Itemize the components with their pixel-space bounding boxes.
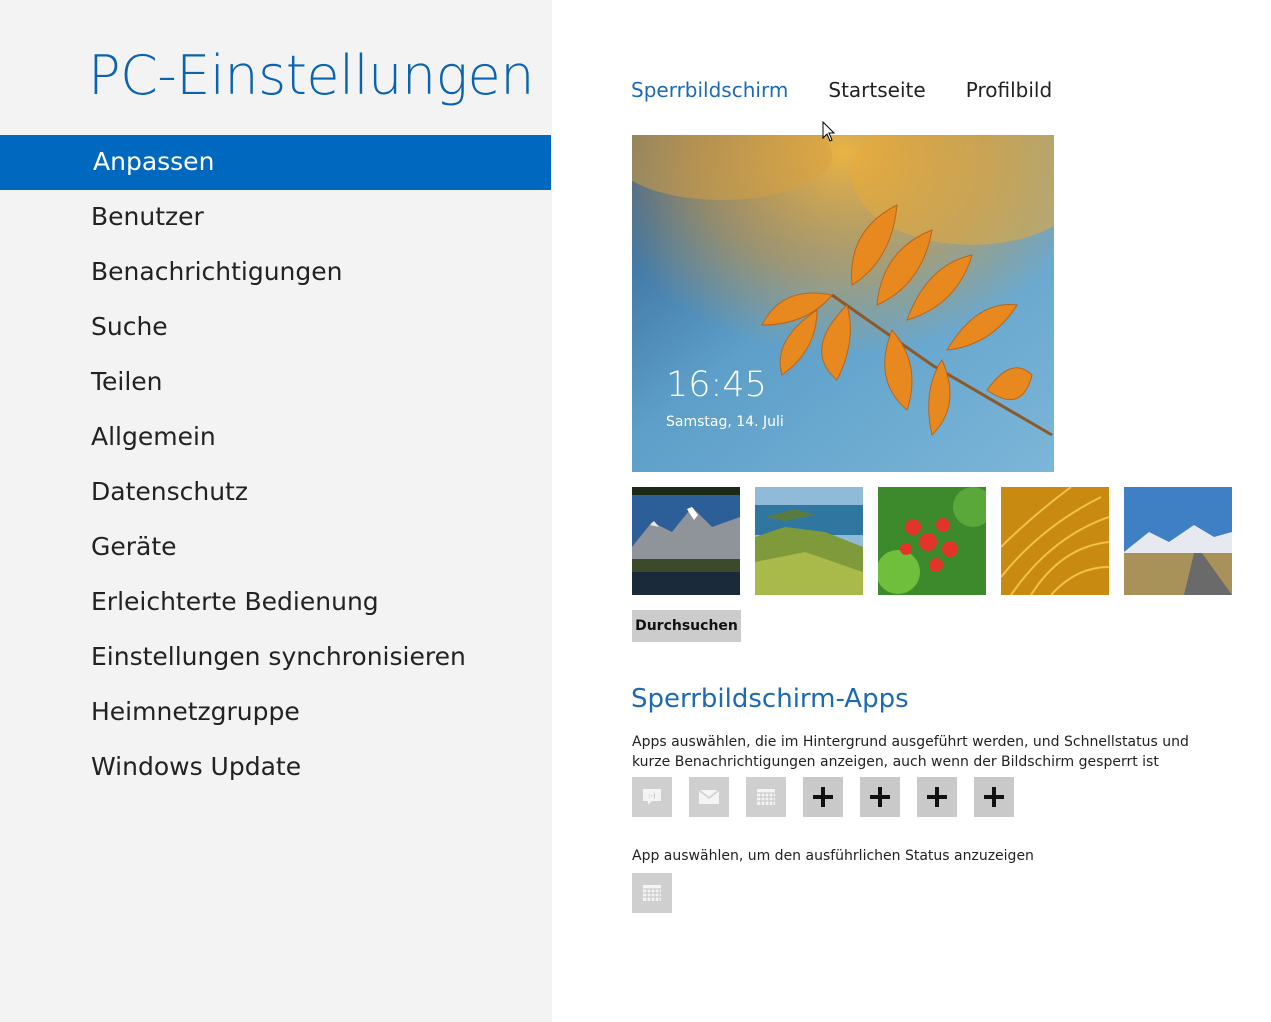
- category-list: Anpassen Benutzer Benachrichtigungen Suc…: [0, 135, 551, 795]
- sidebar-item-benachrichtigungen[interactable]: Benachrichtigungen: [0, 245, 551, 300]
- lock-screen-preview: 16:45 Samstag, 14. Juli: [632, 135, 1054, 472]
- plus-icon: [813, 787, 833, 807]
- background-thumbnail-green-coast[interactable]: [755, 487, 863, 595]
- plus-icon: [927, 787, 947, 807]
- lock-screen-apps-description: Apps auswählen, die im Hintergrund ausge…: [632, 734, 1189, 770]
- sidebar-item-suche[interactable]: Suche: [0, 300, 551, 355]
- lock-screen-date: Samstag, 14. Juli: [666, 414, 784, 430]
- app-slot-calendar[interactable]: [746, 777, 786, 817]
- background-thumbnail-mountain-road[interactable]: [1124, 487, 1232, 595]
- app-slot-messaging[interactable]: :-): [632, 777, 672, 817]
- sidebar-item-teilen[interactable]: Teilen: [0, 355, 551, 410]
- app-slot-add-3[interactable]: [917, 777, 957, 817]
- mouse-cursor-icon: [822, 121, 836, 142]
- mountain-lake-image: [632, 487, 740, 595]
- sidebar-item-datenschutz[interactable]: Datenschutz: [0, 465, 551, 520]
- app-slot-add-4[interactable]: [974, 777, 1014, 817]
- messaging-icon: :-): [643, 789, 661, 805]
- lock-screen-apps-heading: Sperrbildschirm-Apps: [631, 684, 909, 714]
- settings-sidebar: PC-Einstellungen Anpassen Benutzer Benac…: [0, 0, 552, 1022]
- sidebar-item-benutzer[interactable]: Benutzer: [0, 190, 551, 245]
- background-thumbnail-mountain-lake[interactable]: [632, 487, 740, 595]
- background-thumbnail-golden-grass[interactable]: [1001, 487, 1109, 595]
- sidebar-item-allgemein[interactable]: Allgemein: [0, 410, 551, 465]
- sidebar-item-einstellungen-synchronisieren[interactable]: Einstellungen synchronisieren: [0, 630, 551, 685]
- sidebar-item-windows-update[interactable]: Windows Update: [0, 740, 551, 795]
- golden-grass-image: [1001, 487, 1109, 595]
- lock-screen-time: 16:45: [666, 365, 767, 405]
- tab-sperrbildschirm[interactable]: Sperrbildschirm: [631, 78, 788, 102]
- calendar-icon: [757, 789, 775, 805]
- plus-icon: [984, 787, 1004, 807]
- plus-icon: [870, 787, 890, 807]
- app-slot-add-2[interactable]: [860, 777, 900, 817]
- detailed-status-app-slot[interactable]: [632, 873, 672, 913]
- tab-profilbild[interactable]: Profilbild: [966, 78, 1052, 102]
- browse-button[interactable]: Durchsuchen: [632, 610, 741, 642]
- green-coast-image: [755, 487, 863, 595]
- tab-startseite[interactable]: Startseite: [828, 78, 925, 102]
- mail-icon: [698, 789, 720, 804]
- app-slot-add-1[interactable]: [803, 777, 843, 817]
- sidebar-item-heimnetzgruppe[interactable]: Heimnetzgruppe: [0, 685, 551, 740]
- mountain-road-image: [1124, 487, 1232, 595]
- sidebar-item-erleichterte-bedienung[interactable]: Erleichterte Bedienung: [0, 575, 551, 630]
- background-thumbnail-red-flowers[interactable]: [878, 487, 986, 595]
- calendar-icon: [643, 885, 661, 901]
- app-slot-mail[interactable]: [689, 777, 729, 817]
- svg-text::-): :-): [648, 792, 656, 800]
- sidebar-item-geraete[interactable]: Geräte: [0, 520, 551, 575]
- detailed-status-label: App auswählen, um den ausführlichen Stat…: [632, 848, 1034, 864]
- page-title: PC-Einstellungen: [88, 44, 534, 107]
- red-flowers-image: [878, 487, 986, 595]
- tab-bar: Sperrbildschirm Startseite Profilbild: [631, 78, 1087, 102]
- sidebar-item-anpassen[interactable]: Anpassen: [0, 135, 551, 190]
